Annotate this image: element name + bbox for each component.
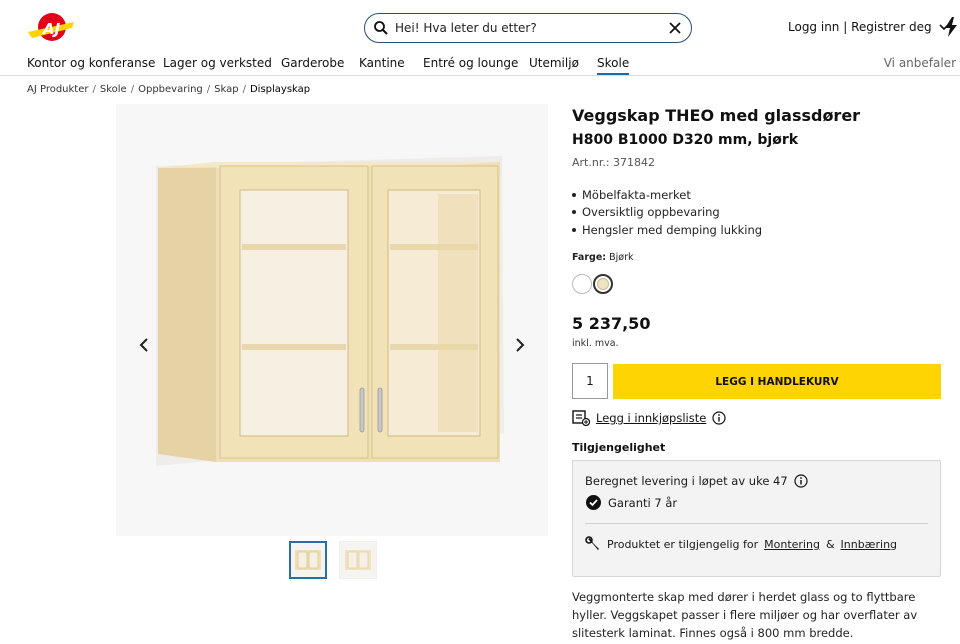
swatch-fill (597, 278, 609, 290)
svg-text:AJ: AJ (42, 20, 61, 38)
divider (585, 523, 928, 524)
breadcrumb-separator: / (130, 84, 135, 95)
article-number: Art.nr.: 371842 (572, 156, 656, 169)
gallery-next-icon[interactable] (509, 334, 531, 356)
search-bar[interactable]: Hei! Hva leter du etter? (364, 13, 692, 43)
breadcrumb-item[interactable]: Oppbevaring (138, 84, 203, 95)
thumbnail-image (345, 550, 371, 570)
montering-link[interactable]: Montering (764, 538, 820, 551)
list-item: Oversiktlig oppbevaring (572, 204, 762, 222)
nav-item-skole[interactable]: Skole (597, 56, 630, 75)
color-label-row: Farge: Bjørk (572, 252, 634, 263)
feature-list: Möbelfakta-merket Oversiktlig oppbevarin… (572, 186, 762, 239)
gallery-prev-icon[interactable] (133, 334, 155, 356)
search-input[interactable]: Hei! Hva leter du etter? (395, 21, 537, 35)
account-menu[interactable]: Logg inn | Registrer deg (788, 20, 950, 34)
delivery-text: Beregnet levering i løpet av uke 47 (585, 474, 788, 488)
breadcrumb-separator: / (92, 84, 96, 95)
product-title: Veggskap THEO med glassdører (572, 106, 861, 125)
gallery-thumbnails (289, 541, 377, 579)
availability-heading: Tilgjengelighet (572, 441, 666, 454)
warranty-row: Garanti 7 år (585, 494, 677, 511)
thumbnail-1[interactable] (289, 541, 327, 579)
service-amp: & (825, 537, 835, 551)
close-icon[interactable] (667, 20, 683, 36)
availability-box: Beregnet levering i løpet av uke 47 Gara… (572, 460, 941, 577)
delivery-row: Beregnet levering i løpet av uke 47 (585, 474, 808, 488)
product-description: Veggmonterte skap med dører i herdet gla… (572, 590, 918, 640)
lightning-icon[interactable] (944, 17, 958, 37)
top-bar: AJ Hei! Hva leter du etter? Logg inn | R… (0, 0, 960, 52)
color-value: Bjørk (609, 252, 634, 263)
service-prefix: Produktet er tilgjengelig for (607, 537, 759, 551)
nav-recommend[interactable]: Vi anbefaler (884, 56, 956, 70)
breadcrumb-item[interactable]: Skap (214, 84, 238, 95)
wrench-icon (585, 536, 599, 550)
nav-item-kantine[interactable]: Kantine (359, 56, 405, 70)
breadcrumb-separator: / (242, 84, 246, 95)
product-image-gallery (116, 104, 548, 536)
shield-check-icon (586, 495, 601, 510)
nav-item-utemiljo[interactable]: Utemiljø (529, 56, 579, 70)
nav-item-garderobe[interactable]: Garderobe (281, 56, 344, 70)
wishlist-link[interactable]: Legg i innkjøpsliste (572, 410, 726, 426)
info-icon[interactable] (794, 474, 808, 488)
add-to-cart-button[interactable]: LEGG I HANDLEKURV (613, 364, 941, 399)
wishlist-icon[interactable] (572, 410, 590, 426)
innbaering-link[interactable]: Innbæring (841, 538, 898, 551)
service-row: Produktet er tilgjengelig for Montering … (585, 536, 897, 552)
product-price: 5 237,50 (572, 314, 651, 333)
nav-item-entre[interactable]: Entré og lounge (423, 56, 518, 70)
breadcrumb-item[interactable]: Skole (100, 84, 127, 95)
breadcrumb-item[interactable]: AJ Produkter (27, 84, 89, 95)
breadcrumb-separator: / (206, 84, 211, 95)
breadcrumb: AJ Produkter / Skole / Oppbevaring / Skap / Disp… (27, 84, 310, 95)
product-image (156, 156, 504, 466)
search-icon[interactable] (373, 20, 389, 36)
vat-note: inkl. mva. (572, 338, 619, 349)
aj-logo[interactable]: AJ (26, 10, 76, 46)
wishlist-label[interactable]: Legg i innkjøpsliste (596, 411, 706, 425)
product-subtitle: H800 B1000 D320 mm, bjørk (572, 132, 799, 148)
color-label: Farge: (572, 252, 607, 263)
list-item: Hengsler med demping lukking (572, 221, 762, 239)
quantity-input[interactable]: 1 (572, 363, 608, 399)
swatch-white[interactable] (572, 274, 592, 294)
thumbnail-image (295, 550, 321, 570)
swatch-birch[interactable] (593, 274, 613, 294)
warranty-text: Garanti 7 år (608, 495, 678, 510)
info-icon[interactable] (712, 411, 726, 425)
nav-item-kontor[interactable]: Kontor og konferanse (27, 56, 155, 70)
nav-item-lager[interactable]: Lager og verksted (163, 56, 272, 70)
breadcrumb-current: Displayskap (249, 84, 311, 95)
list-item: Möbelfakta-merket (572, 186, 762, 204)
main-nav: Kontor og konferanse Lager og verksted G… (0, 52, 960, 76)
thumbnail-2[interactable] (339, 541, 377, 579)
account-label[interactable]: Logg inn | Registrer deg (788, 20, 932, 34)
